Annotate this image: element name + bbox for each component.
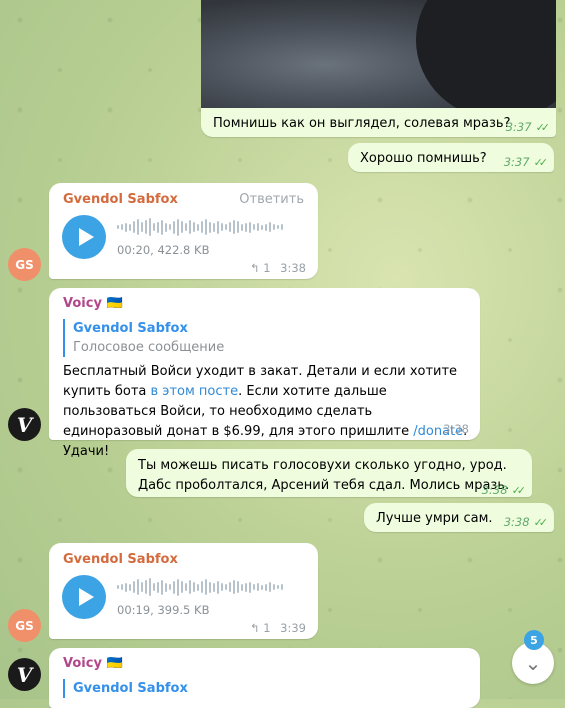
message-time: 3:38 <box>280 261 306 275</box>
play-icon[interactable] <box>62 575 106 619</box>
read-check-icon: ✓✓ <box>535 121 551 134</box>
sender-name[interactable]: Gvendol Sabfox <box>63 192 178 207</box>
avatar[interactable]: V <box>8 408 41 441</box>
message-text: Помнишь как он выглядел, солевая мразь? <box>213 116 511 131</box>
outgoing-message[interactable]: Лучше умри сам. 3:38 ✓✓ <box>364 503 554 532</box>
voice-waveform[interactable] <box>117 576 283 598</box>
quote-sender: Gvendol Sabfox <box>73 321 188 336</box>
message-time: 3:39 <box>280 621 306 635</box>
play-icon[interactable] <box>62 215 106 259</box>
message-text: Лучше умри сам. <box>376 511 493 526</box>
incoming-message[interactable]: Voicy 🇺🇦 Gvendol Sabfox Голосовое сообще… <box>49 288 480 459</box>
outgoing-message[interactable]: Помнишь как он выглядел, солевая мразь? … <box>201 108 556 137</box>
read-check-icon: ✓✓ <box>533 156 549 169</box>
voice-duration: 00:20, 422.8 KB <box>117 243 210 257</box>
message-time: 3:38 <box>481 483 508 497</box>
replies-count[interactable]: 1 <box>263 261 270 275</box>
outgoing-message[interactable]: Хорошо помнишь? 3:37 ✓✓ <box>348 143 554 172</box>
message-time: 3:38 <box>443 422 469 436</box>
message-time: 3:37 <box>503 155 530 169</box>
outgoing-message[interactable]: Ты можешь писать голосовухи сколько угод… <box>126 449 532 497</box>
ukraine-flag-icon: 🇺🇦 <box>106 296 123 311</box>
photo-message[interactable] <box>201 0 556 108</box>
chevron-down-icon: ⌄ <box>524 651 542 675</box>
replies-count[interactable]: 1 <box>263 621 270 635</box>
reply-arrow-icon: ↰ <box>249 261 260 275</box>
voice-waveform[interactable] <box>117 216 283 238</box>
quote-sender: Gvendol Sabfox <box>73 681 188 696</box>
message-time: 3:38 <box>503 515 530 529</box>
unread-count-badge: 5 <box>524 630 544 650</box>
reply-button[interactable]: Ответить <box>239 192 304 207</box>
incoming-voice-message[interactable]: Gvendol Sabfox Ответить 00:20, 422.8 KB … <box>49 183 318 279</box>
quote-text: Голосовое сообщение <box>73 340 225 355</box>
message-text: Ты можешь писать голосовухи сколько угод… <box>138 458 510 493</box>
sender-name[interactable]: Gvendol Sabfox <box>63 552 178 567</box>
avatar[interactable]: GS <box>8 609 41 642</box>
avatar[interactable]: GS <box>8 248 41 281</box>
message-time: 3:37 <box>505 120 532 134</box>
voice-duration: 00:19, 399.5 KB <box>117 603 210 617</box>
quoted-reply[interactable]: Gvendol Sabfox Голосовое сообщение <box>63 319 224 357</box>
sender-name[interactable]: Voicy <box>63 656 102 671</box>
incoming-voice-message[interactable]: Gvendol Sabfox 00:19, 399.5 KB ↰ 1 3:39 <box>49 543 318 639</box>
avatar[interactable]: V <box>8 658 41 691</box>
message-text: Хорошо помнишь? <box>360 151 487 166</box>
sender-name[interactable]: Voicy <box>63 296 102 311</box>
ukraine-flag-icon: 🇺🇦 <box>106 656 123 671</box>
post-link[interactable]: в этом посте <box>151 384 239 399</box>
reply-arrow-icon: ↰ <box>249 621 260 635</box>
read-check-icon: ✓✓ <box>533 516 549 529</box>
quoted-reply[interactable]: Gvendol Sabfox <box>63 679 188 698</box>
incoming-message[interactable]: Voicy 🇺🇦 Gvendol Sabfox <box>49 648 480 708</box>
message-text: Бесплатный Войси уходит в закат. Детали … <box>63 364 468 459</box>
read-check-icon: ✓✓ <box>511 484 527 497</box>
